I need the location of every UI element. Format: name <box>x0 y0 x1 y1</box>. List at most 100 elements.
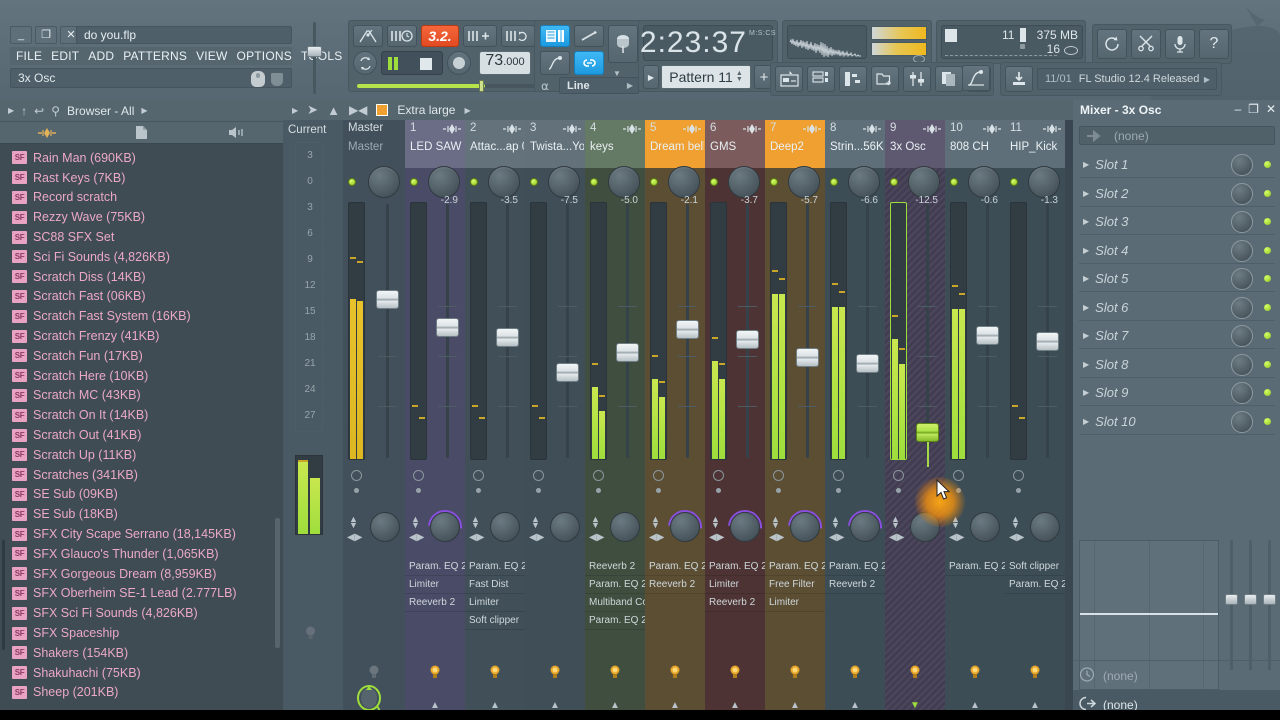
insert-effect[interactable]: Param. EQ 2 <box>465 558 525 576</box>
strip-header[interactable]: 3 Twista...You <box>525 120 585 168</box>
browser-file-list[interactable]: SF Rain Man (690KB) SF Rast Keys (7KB) SF Rec… <box>10 148 272 720</box>
list-item[interactable]: SF Rain Man (690KB) <box>10 148 272 168</box>
strip-header[interactable]: 1 LED SAW <box>405 120 465 168</box>
strip-pan-knob[interactable] <box>730 512 760 542</box>
menu-options[interactable]: OPTIONS <box>237 49 292 63</box>
slot-mix-knob[interactable] <box>1231 182 1253 205</box>
slot-enable-led[interactable] <box>1264 246 1271 254</box>
list-item[interactable]: SF Sheep (201KB) <box>10 683 272 703</box>
insert-effect[interactable]: Param. EQ 2 <box>1005 576 1065 594</box>
slot-enable-led[interactable] <box>1264 189 1271 197</box>
strip-dot-icon[interactable] <box>476 488 481 493</box>
strip-fader-handle[interactable] <box>1036 332 1059 351</box>
strip-dot-icon[interactable] <box>416 488 421 493</box>
strip-fader-rail[interactable] <box>926 204 929 458</box>
list-item[interactable]: SF Rezzy Wave (75KB) <box>10 207 272 227</box>
strip-fader-handle[interactable] <box>496 328 519 347</box>
strip-volume-knob[interactable] <box>728 166 760 198</box>
send-bulb-icon[interactable] <box>610 664 621 680</box>
strip-clock-icon[interactable] <box>953 470 964 481</box>
strip-pan-knob[interactable] <box>970 512 1000 542</box>
browser-title-arrow-icon[interactable]: ▶ <box>141 106 147 115</box>
send-bulb-icon[interactable] <box>910 664 921 680</box>
current-bulb-icon[interactable] <box>305 625 316 641</box>
pattern-selector[interactable]: Pattern 11 ▲ ▼ <box>661 65 751 89</box>
loop-record-icon[interactable] <box>501 25 535 47</box>
insert-effect[interactable]: Limiter <box>705 576 765 594</box>
strip-fader-rail[interactable] <box>1046 204 1049 458</box>
strip-enable-led[interactable] <box>950 178 958 186</box>
insert-effect[interactable]: Param. EQ 2 <box>405 558 465 576</box>
send-bulb-icon[interactable] <box>550 664 561 680</box>
strip-pan-knob[interactable] <box>490 512 520 542</box>
strip-pan-knob[interactable] <box>550 512 580 542</box>
effect-slot-9[interactable]: ▶ Slot 9 <box>1079 380 1275 406</box>
master-fader-handle[interactable] <box>376 290 399 309</box>
effect-slot-7[interactable]: ▶ Slot 7 <box>1079 323 1275 349</box>
news-arrow-icon[interactable]: ▶ <box>1204 75 1210 84</box>
strip-pan-knob[interactable] <box>670 512 700 542</box>
strip-name[interactable]: keys <box>590 141 644 153</box>
mixer-strip-3[interactable]: 3Twista...You-7.5▲▼◀▶▲ <box>525 120 585 720</box>
pattern-position-display[interactable]: 3.2. <box>421 25 459 47</box>
mixer-strip-10[interactable]: 10 808 CH -0.6 ▲ ▼ ◀▶ Param. EQ 2 ▲ <box>945 120 1005 720</box>
strip-volume-knob[interactable] <box>908 166 940 198</box>
insert-effect[interactable]: Soft clipper <box>465 612 525 630</box>
strip-updown-icon[interactable]: ▲ ▼ <box>771 515 780 530</box>
browser-up-icon[interactable]: ↑ <box>21 104 27 118</box>
strip-header[interactable]: 9 3x Osc <box>885 120 945 168</box>
strip-volume-knob[interactable] <box>788 166 820 198</box>
chevron-right-icon[interactable]: ▶ <box>1083 417 1089 426</box>
strip-volume-knob[interactable] <box>668 166 700 198</box>
strip-header[interactable]: 2 Attac...ap 03 <box>465 120 525 168</box>
strip-dot-icon[interactable] <box>776 488 781 493</box>
strip-name[interactable]: 808 CH <box>950 141 1004 153</box>
browser-back-icon[interactable]: ↩ <box>34 104 44 118</box>
slot-enable-led[interactable] <box>1264 218 1271 225</box>
slot-enable-led[interactable] <box>1264 417 1271 425</box>
mixer-strip-1[interactable]: 1 LED SAW -2.9 ▲ ▼ ◀▶ Param. EQ 2 Limiter Reever… <box>405 120 469 720</box>
insert-effect[interactable]: Soft clipper <box>1005 558 1065 576</box>
insert-effect[interactable]: Param. EQ 2 <box>645 558 705 576</box>
play-pause-button[interactable] <box>387 57 399 70</box>
list-item[interactable]: SF SFX Sci Fi Sounds (4,826KB) <box>10 603 272 623</box>
insert-effect[interactable]: Reeverb 2 <box>645 576 705 594</box>
browser-icon[interactable] <box>871 66 899 92</box>
stop-button[interactable] <box>420 58 432 70</box>
strip-updown-icon[interactable]: ▲ ▼ <box>1011 515 1020 530</box>
strip-name[interactable]: GMS <box>710 141 764 153</box>
strip-volume-knob[interactable] <box>848 166 880 198</box>
chevron-right-icon[interactable]: ▶ <box>1083 189 1089 198</box>
strip-leftright-icon[interactable]: ◀▶ <box>829 532 844 543</box>
chevron-right-icon[interactable]: ▶ <box>1083 160 1089 169</box>
typing-keyboard-icon[interactable] <box>574 25 604 47</box>
slot-enable-led[interactable] <box>1264 332 1271 339</box>
plugin-minimize-button[interactable]: – <box>1234 102 1241 116</box>
slot-enable-led[interactable] <box>1264 389 1271 396</box>
browser-scrollbar-right[interactable] <box>275 148 280 708</box>
strip-dot-icon[interactable] <box>716 488 721 493</box>
strip-updown-icon[interactable]: ▲ ▼ <box>591 515 600 530</box>
effect-slot-8[interactable]: ▶ Slot 8 <box>1079 352 1275 378</box>
minimize-button[interactable]: _ <box>10 26 32 44</box>
strip-enable-led[interactable] <box>710 178 718 186</box>
strip-fader-handle[interactable] <box>556 363 579 382</box>
list-item[interactable]: SF Scratch MC (43KB) <box>10 386 272 406</box>
download-icon[interactable] <box>1005 66 1033 92</box>
strip-updown-icon[interactable]: ▲ ▼ <box>471 515 480 530</box>
loop-mode-button[interactable] <box>353 51 377 75</box>
insert-effect[interactable]: Free Filter <box>765 576 825 594</box>
mixer-strip-11[interactable]: 11 HIP_Kick -1.3 ▲ ▼ ◀▶ Soft clipper Param. EQ … <box>1005 120 1065 720</box>
insert-effect[interactable]: Reeverb 2 <box>585 558 645 576</box>
wait-for-input-icon[interactable] <box>387 25 417 47</box>
strip-dot-icon[interactable] <box>656 488 661 493</box>
effect-slot-2[interactable]: ▶ Slot 2 <box>1079 181 1275 207</box>
tab-output[interactable] <box>189 126 283 139</box>
effect-slot-6[interactable]: ▶ Slot 6 <box>1079 295 1275 321</box>
maximize-button[interactable]: ❐ <box>35 26 57 44</box>
send-bulb-icon[interactable] <box>970 664 981 680</box>
tempo-display[interactable]: 73.000 <box>479 51 531 75</box>
list-item[interactable]: SF Scratch Out (41KB) <box>10 425 272 445</box>
slot-mix-knob[interactable] <box>1231 410 1253 433</box>
strip-leftright-icon[interactable]: ◀▶ <box>769 532 784 543</box>
